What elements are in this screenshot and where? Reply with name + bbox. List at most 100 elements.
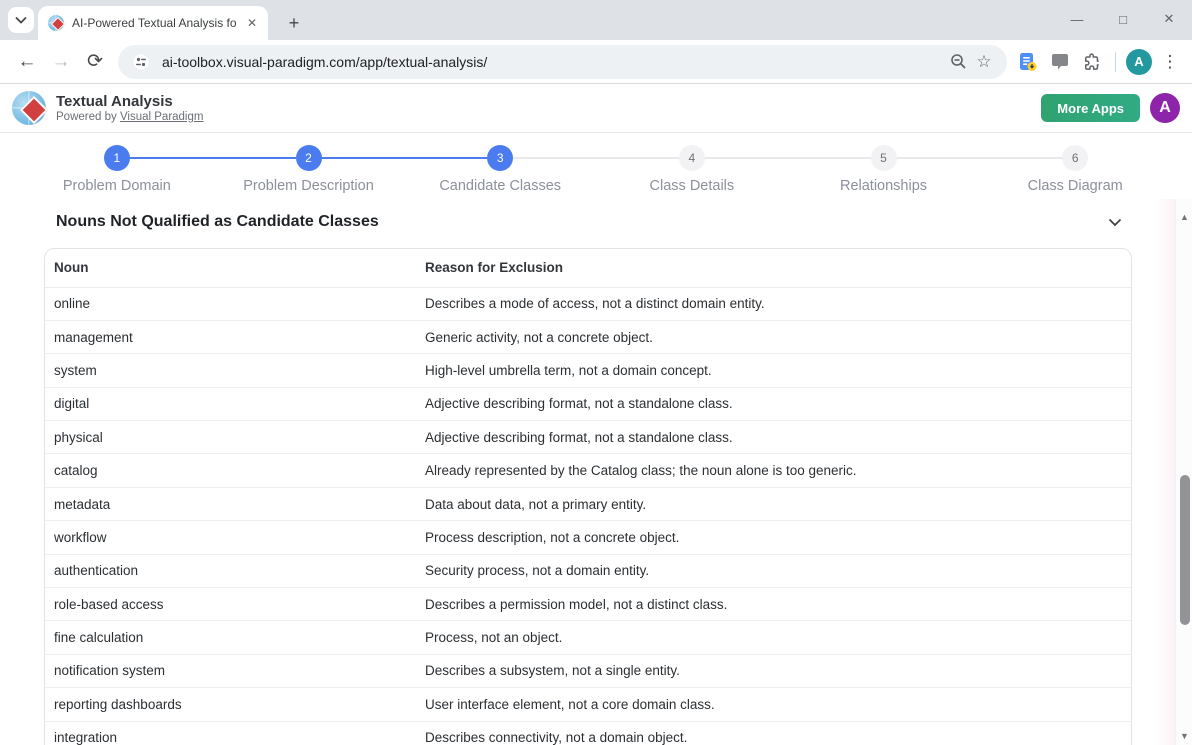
table-header-row: Noun Reason for Exclusion [45,249,1131,287]
noun-cell: reporting dashboards [45,688,416,721]
app-title: Textual Analysis [56,93,203,110]
section-title: Nouns Not Qualified as Candidate Classes [56,213,379,231]
noun-cell: integration [45,721,416,745]
stepper-step[interactable]: 2 Problem Description [213,133,405,199]
reason-cell: User interface element, not a core domai… [416,688,1131,721]
maximize-button[interactable]: □ [1100,12,1146,27]
stepper-step[interactable]: 4 Class Details [596,133,788,199]
reading-list-doc-icon[interactable] [1015,49,1041,75]
reason-cell: Adjective describing format, not a stand… [416,387,1131,420]
step-number[interactable]: 2 [296,145,322,171]
scrollbar-thumb[interactable] [1180,475,1190,625]
column-header-reason: Reason for Exclusion [416,249,1131,287]
browser-window: AI-Powered Textual Analysis for ✕ + — □ … [0,0,1192,745]
reload-button[interactable]: ⟳ [78,45,112,79]
table-row: online Describes a mode of access, not a… [45,287,1131,320]
noun-cell: catalog [45,454,416,487]
browser-titlebar: AI-Powered Textual Analysis for ✕ + — □ … [0,0,1192,40]
toolbar-divider [1115,52,1116,72]
browser-profile-avatar[interactable]: A [1126,49,1152,75]
scrollbar-up-arrow[interactable]: ▲ [1176,209,1192,226]
collapse-chevron-icon[interactable] [1108,218,1122,227]
browser-menu-icon[interactable]: ⋮ [1158,52,1182,72]
step-number[interactable]: 4 [679,145,705,171]
stepper-step[interactable]: 1 Problem Domain [21,133,213,199]
noun-cell: role-based access [45,588,416,621]
step-number[interactable]: 1 [104,145,130,171]
table-row: role-based access Describes a permission… [45,588,1131,621]
close-button[interactable]: ✕ [1146,11,1192,27]
extensions-puzzle-icon[interactable] [1079,49,1105,75]
table-row: metadata Data about data, not a primary … [45,487,1131,520]
table-row: integration Describes connectivity, not … [45,721,1131,745]
reason-cell: Describes a subsystem, not a single enti… [416,654,1131,687]
back-button[interactable]: ← [10,45,44,79]
excluded-nouns-table: Noun Reason for Exclusion online Describ… [44,248,1132,745]
table-row: notification system Describes a subsyste… [45,654,1131,687]
zoom-icon[interactable] [945,49,971,75]
step-number[interactable]: 3 [487,145,513,171]
table-row: management Generic activity, not a concr… [45,320,1131,353]
powered-by: Powered by Visual Paradigm [56,110,203,124]
more-apps-button[interactable]: More Apps [1041,94,1140,122]
noun-cell: workflow [45,521,416,554]
noun-cell: fine calculation [45,621,416,654]
new-tab-button[interactable]: + [282,13,306,34]
visual-paradigm-favicon [48,15,64,31]
url-text[interactable]: ai-toolbox.visual-paradigm.com/app/textu… [162,54,945,70]
address-bar[interactable]: ai-toolbox.visual-paradigm.com/app/textu… [118,45,1007,79]
noun-cell: metadata [45,487,416,520]
visual-paradigm-logo [12,91,46,125]
user-avatar[interactable]: A [1150,93,1180,123]
step-number[interactable]: 6 [1062,145,1088,171]
powered-by-prefix: Powered by [56,111,120,123]
section-header[interactable]: Nouns Not Qualified as Candidate Classes [0,199,1192,231]
reason-cell: Describes a mode of access, not a distin… [416,287,1131,320]
site-info-icon[interactable] [128,49,154,75]
wizard-stepper: 1 Problem Domain 2 Problem Description 3… [0,133,1192,199]
reason-cell: Generic activity, not a concrete object. [416,320,1131,353]
reason-cell: Already represented by the Catalog class… [416,454,1131,487]
step-label: Relationships [840,178,927,194]
noun-cell: system [45,354,416,387]
stepper-step[interactable]: 5 Relationships [788,133,980,199]
browser-tab[interactable]: AI-Powered Textual Analysis for ✕ [38,6,268,40]
reason-cell: Process, not an object. [416,621,1131,654]
noun-cell: management [45,320,416,353]
column-header-noun: Noun [45,249,416,287]
step-label: Class Diagram [1028,178,1123,194]
stepper-step[interactable]: 6 Class Diagram [979,133,1171,199]
page-content: Nouns Not Qualified as Candidate Classes… [0,199,1192,745]
tab-close-icon[interactable]: ✕ [244,15,260,31]
table-row: physical Adjective describing format, no… [45,421,1131,454]
visual-paradigm-link[interactable]: Visual Paradigm [120,111,204,123]
noun-cell: authentication [45,554,416,587]
table-row: authentication Security process, not a d… [45,554,1131,587]
table-row: reporting dashboards User interface elem… [45,688,1131,721]
reason-cell: Security process, not a domain entity. [416,554,1131,587]
table-row: fine calculation Process, not an object. [45,621,1131,654]
forward-button: → [44,45,78,79]
stepper-step[interactable]: 3 Candidate Classes [404,133,596,199]
scrollbar-down-arrow[interactable]: ▼ [1176,728,1192,745]
minimize-button[interactable]: — [1054,12,1100,27]
reason-cell: Describes connectivity, not a domain obj… [416,721,1131,745]
step-number[interactable]: 5 [871,145,897,171]
content-scrollbar[interactable]: ▲ ▼ [1175,199,1192,745]
chevron-down-icon [15,16,27,24]
comment-icon[interactable] [1047,49,1073,75]
reason-cell: High-level umbrella term, not a domain c… [416,354,1131,387]
bookmark-star-icon[interactable]: ☆ [971,49,997,75]
table-row: catalog Already represented by the Catal… [45,454,1131,487]
table-row: system High-level umbrella term, not a d… [45,354,1131,387]
tab-list-button[interactable] [8,7,34,33]
step-label: Problem Domain [63,178,171,194]
reason-cell: Process description, not a concrete obje… [416,521,1131,554]
reason-cell: Data about data, not a primary entity. [416,487,1131,520]
app-header: Textual Analysis Powered by Visual Parad… [0,84,1192,133]
noun-cell: online [45,287,416,320]
reason-cell: Describes a permission model, not a dist… [416,588,1131,621]
step-label: Problem Description [243,178,374,194]
step-label: Candidate Classes [439,178,561,194]
app-header-right: More Apps A [1041,93,1180,123]
